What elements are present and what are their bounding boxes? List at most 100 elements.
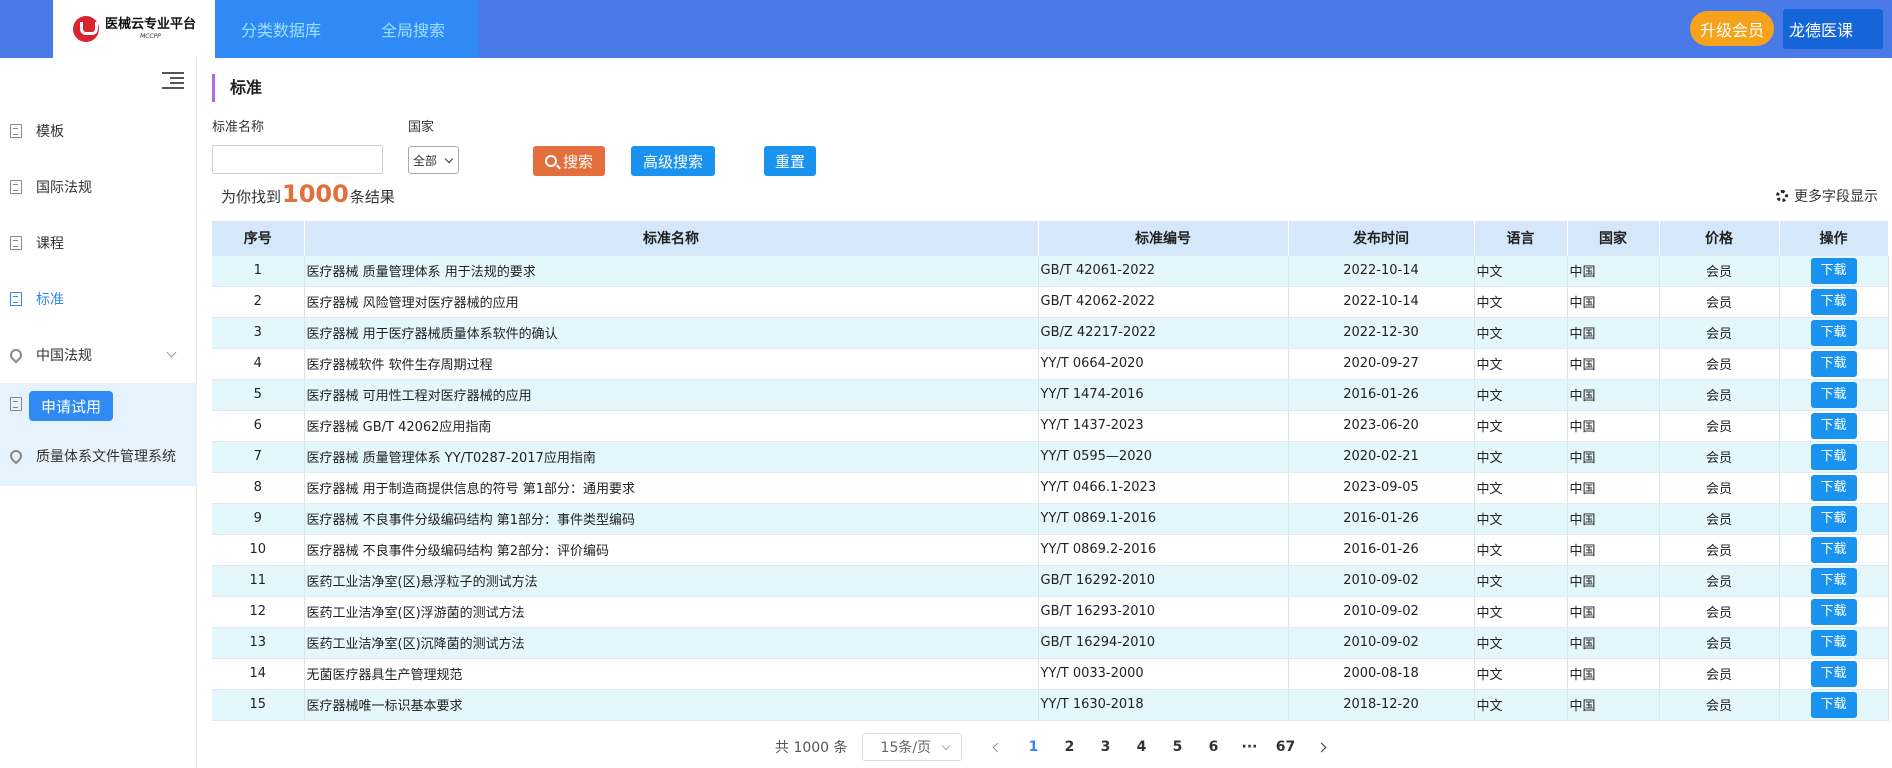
sidebar-item-international-regulations[interactable]: 国际法规 bbox=[0, 166, 197, 208]
table-row[interactable]: 6 医疗器械 GB/T 42062应用指南 YY/T 1437-2023 2023-0… bbox=[212, 410, 1889, 441]
more-fields-toggle[interactable]: 更多字段显示 bbox=[1776, 186, 1878, 206]
standard-name-cell: 医疗器械 质量管理体系 YY/T0287-2017应用指南 bbox=[304, 441, 1039, 472]
standard-code-cell: YY/T 1630-2018 bbox=[1038, 689, 1289, 720]
column-header[interactable]: 价格 bbox=[1659, 221, 1780, 255]
operation-cell: 下载 bbox=[1779, 565, 1889, 596]
price-cell: 会员 bbox=[1659, 534, 1780, 565]
standard-code-cell: GB/Z 42217-2022 bbox=[1038, 317, 1289, 348]
column-header[interactable]: 语言 bbox=[1474, 221, 1568, 255]
publish-date-cell: 2000-08-18 bbox=[1288, 658, 1475, 689]
page-1[interactable]: 1 bbox=[1016, 733, 1052, 761]
column-header[interactable]: 操作 bbox=[1779, 221, 1889, 255]
operation-cell: 下载 bbox=[1779, 348, 1889, 379]
prev-page-button[interactable] bbox=[980, 733, 1016, 761]
column-header[interactable]: 标准编号 bbox=[1038, 221, 1289, 255]
download-button[interactable]: 下载 bbox=[1810, 505, 1857, 532]
table-row[interactable]: 7 医疗器械 质量管理体系 YY/T0287-2017应用指南 YY/T 0595—… bbox=[212, 441, 1889, 472]
sidebar-item-quality-system[interactable]: 质量体系文件管理系统 bbox=[0, 435, 197, 477]
table-row[interactable]: 10 医疗器械 不良事件分级编码结构 第2部分：评价编码 YY/T 0869.2-2… bbox=[212, 534, 1889, 565]
table-row[interactable]: 4 医疗器械软件 软件生存周期过程 YY/T 0664-2020 2020-09-27… bbox=[212, 348, 1889, 379]
column-header[interactable]: 发布时间 bbox=[1288, 221, 1475, 255]
sidebar-item-courses[interactable]: 课程 bbox=[0, 222, 197, 264]
search-icon bbox=[544, 155, 557, 167]
language-cell: 中文 bbox=[1474, 348, 1568, 379]
page-ellipsis[interactable]: ··· bbox=[1232, 733, 1268, 761]
document-icon bbox=[10, 124, 22, 138]
price-cell: 会员 bbox=[1659, 317, 1780, 348]
sidebar: 模板 国际法规 课程 标准 中国法规 申请试用 质量体系文件管理系统 bbox=[0, 58, 197, 768]
table-row[interactable]: 2 医疗器械 风险管理对医疗器械的应用 GB/T 42062-2022 2022-10… bbox=[212, 286, 1889, 317]
download-button[interactable]: 下载 bbox=[1810, 629, 1857, 656]
download-button[interactable]: 下载 bbox=[1810, 412, 1857, 439]
page-67[interactable]: 67 bbox=[1268, 733, 1304, 761]
table-row[interactable]: 3 医疗器械 用于医疗器械质量体系软件的确认 GB/Z 42217-2022 2022… bbox=[212, 317, 1889, 348]
language-cell: 中文 bbox=[1474, 503, 1568, 534]
search-button[interactable]: 搜索 bbox=[533, 146, 605, 176]
reset-button[interactable]: 重置 bbox=[764, 146, 816, 176]
sidebar-item-china-regulations[interactable]: 中国法规 bbox=[0, 334, 197, 376]
page-2[interactable]: 2 bbox=[1052, 733, 1088, 761]
page-5[interactable]: 5 bbox=[1160, 733, 1196, 761]
country-cell: 中国 bbox=[1567, 658, 1660, 689]
column-header[interactable]: 标准名称 bbox=[304, 221, 1039, 255]
page-6[interactable]: 6 bbox=[1196, 733, 1232, 761]
table-row[interactable]: 11 医药工业洁净室(区)悬浮粒子的测试方法 GB/T 16292-2010 2010… bbox=[212, 565, 1889, 596]
result-summary: 为你找到 1000 条结果 bbox=[221, 180, 395, 208]
language-cell: 中文 bbox=[1474, 472, 1568, 503]
price-cell: 会员 bbox=[1659, 379, 1780, 410]
table-row[interactable]: 1 医疗器械 质量管理体系 用于法规的要求 GB/T 42061-2022 2022-… bbox=[212, 255, 1889, 286]
advanced-search-button[interactable]: 高级搜索 bbox=[631, 146, 715, 176]
download-button[interactable]: 下载 bbox=[1810, 598, 1857, 625]
standard-name-cell: 医疗器械 质量管理体系 用于法规的要求 bbox=[304, 255, 1039, 286]
standard-name-cell: 医疗器械 风险管理对医疗器械的应用 bbox=[304, 286, 1039, 317]
standard-name-input[interactable] bbox=[212, 145, 383, 174]
download-button[interactable]: 下载 bbox=[1810, 319, 1857, 346]
sidebar-item-standards[interactable]: 标准 bbox=[0, 278, 197, 320]
table-row[interactable]: 13 医药工业洁净室(区)沉降菌的测试方法 GB/T 16294-2010 2010-… bbox=[212, 627, 1889, 658]
download-button[interactable]: 下载 bbox=[1810, 660, 1857, 687]
sidebar-item-label: 标准 bbox=[36, 292, 64, 308]
next-page-button[interactable] bbox=[1304, 733, 1340, 761]
price-cell: 会员 bbox=[1659, 410, 1780, 441]
page-4[interactable]: 4 bbox=[1124, 733, 1160, 761]
publish-date-cell: 2022-12-30 bbox=[1288, 317, 1475, 348]
upgrade-membership-button[interactable]: 升级会员 bbox=[1690, 11, 1774, 46]
column-header[interactable]: 序号 bbox=[212, 221, 305, 255]
download-button[interactable]: 下载 bbox=[1810, 567, 1857, 594]
download-button[interactable]: 下载 bbox=[1810, 536, 1857, 563]
table-header-row: 序号 标准名称 标准编号 发布时间 语言 国家 价格 操作 bbox=[212, 221, 1889, 255]
download-button[interactable]: 下载 bbox=[1810, 257, 1857, 284]
pagination-total: 共 1000 条 bbox=[775, 740, 848, 756]
collapse-menu-icon[interactable] bbox=[162, 72, 184, 90]
chevron-down-icon bbox=[166, 347, 177, 358]
standard-code-cell: GB/T 16293-2010 bbox=[1038, 596, 1289, 627]
table-row[interactable]: 9 医疗器械 不良事件分级编码结构 第1部分：事件类型编码 YY/T 0869.1-… bbox=[212, 503, 1889, 534]
logo[interactable]: 医械云专业平台 MCCPP bbox=[53, 0, 215, 58]
apply-trial-button[interactable]: 申请试用 bbox=[29, 391, 113, 421]
nav-category-database[interactable]: 分类数据库 bbox=[215, 0, 347, 58]
sidebar-item-label: 国际法规 bbox=[36, 180, 92, 196]
table-row[interactable]: 12 医药工业洁净室(区)浮游菌的测试方法 GB/T 16293-2010 2010-… bbox=[212, 596, 1889, 627]
download-button[interactable]: 下载 bbox=[1810, 443, 1857, 470]
top-bar: 医械云专业平台 MCCPP 分类数据库 全局搜索 升级会员 龙德医课 bbox=[0, 0, 1892, 58]
nav-global-search[interactable]: 全局搜索 bbox=[347, 0, 479, 58]
page-3[interactable]: 3 bbox=[1088, 733, 1124, 761]
publish-date-cell: 2016-01-26 bbox=[1288, 534, 1475, 565]
download-button[interactable]: 下载 bbox=[1810, 350, 1857, 377]
table-row[interactable]: 8 医疗器械 用于制造商提供信息的符号 第1部分：通用要求 YY/T 0466.1-… bbox=[212, 472, 1889, 503]
standard-name-cell: 医疗器械 GB/T 42062应用指南 bbox=[304, 410, 1039, 441]
download-button[interactable]: 下载 bbox=[1810, 474, 1857, 501]
table-row[interactable]: 15 医疗器械唯一标识基本要求 YY/T 1630-2018 2018-12-20 中文… bbox=[212, 689, 1889, 720]
download-button[interactable]: 下载 bbox=[1810, 691, 1857, 718]
chevron-down-icon bbox=[941, 741, 950, 751]
column-header[interactable]: 国家 bbox=[1567, 221, 1660, 255]
sidebar-item-templates[interactable]: 模板 bbox=[0, 110, 197, 152]
operation-cell: 下载 bbox=[1779, 441, 1889, 472]
user-account-button[interactable]: 龙德医课 bbox=[1783, 9, 1883, 49]
country-select[interactable]: 全部 bbox=[408, 146, 459, 174]
page-size-select[interactable]: 15条/页 bbox=[861, 733, 962, 761]
table-row[interactable]: 5 医疗器械 可用性工程对医疗器械的应用 YY/T 1474-2016 2016-01… bbox=[212, 379, 1889, 410]
table-row[interactable]: 14 无菌医疗器具生产管理规范 YY/T 0033-2000 2000-08-18 中文… bbox=[212, 658, 1889, 689]
download-button[interactable]: 下载 bbox=[1810, 381, 1857, 408]
download-button[interactable]: 下载 bbox=[1810, 288, 1857, 315]
